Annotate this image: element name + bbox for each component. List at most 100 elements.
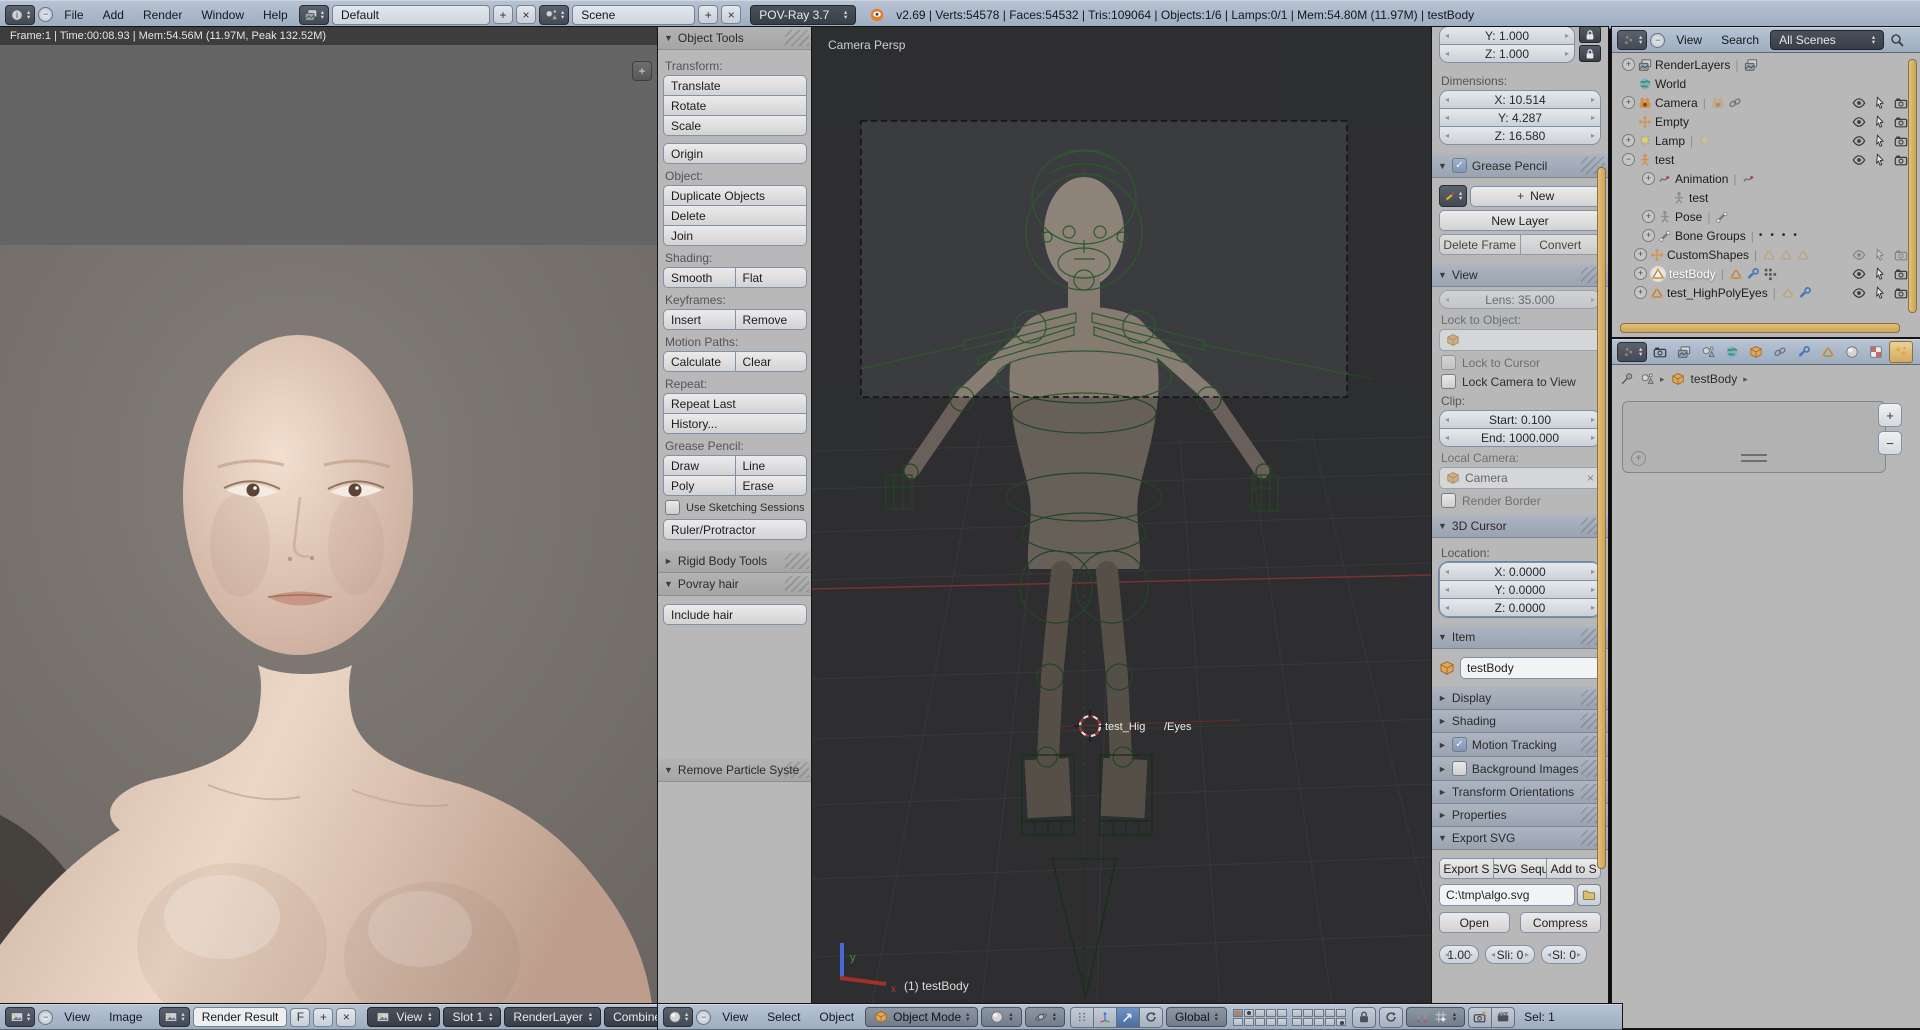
screen-layout-selector[interactable] [299, 5, 329, 25]
scene-selector[interactable] [539, 5, 569, 25]
scale-y-field[interactable]: Y: 1.000 [1439, 27, 1575, 45]
flat-button[interactable]: Flat [735, 267, 808, 288]
origin-button[interactable]: Origin [663, 143, 807, 164]
unlink-image-button[interactable]: × [336, 1008, 356, 1027]
clip-end-field[interactable]: End: 1000.000 [1439, 428, 1601, 447]
editor-type-properties[interactable] [1617, 342, 1647, 362]
layer-cell[interactable] [1277, 1009, 1287, 1017]
layer-cell[interactable] [1336, 1009, 1346, 1017]
menu-window[interactable]: Window [193, 6, 252, 24]
viewport-3d[interactable]: test_Hig /Eyes Camera Persp (1) testBody… [812, 27, 1432, 1004]
use-sketching-sessions-checkbox[interactable] [665, 500, 680, 515]
join-button[interactable]: Join [663, 225, 807, 246]
display-mode-dropdown[interactable]: All Scenes [1770, 30, 1884, 50]
panel-header-rigid-body-tools[interactable]: ►Rigid Body Tools [658, 550, 812, 573]
pin-icon[interactable] [1620, 372, 1634, 386]
renderable-toggle-icon[interactable] [1894, 96, 1908, 110]
layout-name-field[interactable]: Default [332, 5, 490, 25]
outliner-row-customshapes[interactable]: + CustomShapes| [1612, 245, 1920, 264]
panel-header-3d-cursor[interactable]: ▼3D Cursor [1432, 515, 1608, 538]
proportional-edit-toggle[interactable] [1379, 1007, 1403, 1028]
collapse-menus-icon[interactable] [696, 1010, 711, 1025]
gp-erase-button[interactable]: Erase [735, 475, 808, 496]
scale-button[interactable]: Scale [663, 115, 807, 136]
layer-cell[interactable] [1233, 1018, 1243, 1026]
clip-start-field[interactable]: Start: 0.100 [1439, 410, 1601, 429]
tab-modifiers[interactable] [1793, 342, 1815, 362]
outliner-row-empty[interactable]: + Empty [1612, 112, 1920, 131]
delete-scene-button[interactable]: × [721, 5, 741, 24]
panel-header-display[interactable]: ►Display [1432, 687, 1608, 710]
panel-header-export-svg[interactable]: ▼Export SVG [1432, 827, 1608, 850]
expand-toggle[interactable]: + [1634, 248, 1647, 261]
tab-physics[interactable] [1915, 342, 1920, 362]
outliner-row-test-data[interactable]: + test [1612, 188, 1920, 207]
lens-field[interactable]: Lens: 35.000 [1439, 290, 1601, 309]
gp-new-button[interactable]: +New [1470, 186, 1601, 207]
outliner-row-test-highpolyeyes[interactable]: + test_HighPolyEyes| [1612, 283, 1920, 302]
translate-button[interactable]: Translate [663, 75, 807, 96]
editor-type-info[interactable] [5, 5, 35, 25]
hide-toggle-eye-icon[interactable] [1852, 248, 1866, 262]
expand-toggle[interactable]: + [1622, 134, 1635, 147]
expand-toggle[interactable]: + [1622, 96, 1635, 109]
selectable-toggle-icon[interactable] [1873, 115, 1887, 129]
outliner-view-menu[interactable]: View [1668, 31, 1710, 49]
dimension-z-field[interactable]: Z: 16.580 [1439, 126, 1601, 145]
scale-lock-button[interactable] [1579, 27, 1601, 43]
repeat-last-button[interactable]: Repeat Last [663, 393, 807, 414]
selectable-toggle-icon[interactable] [1873, 248, 1887, 262]
editor-type-3dview[interactable] [663, 1007, 693, 1027]
collapse-menus-icon[interactable] [38, 7, 53, 22]
lock-to-object-field[interactable] [1439, 329, 1601, 351]
image-view-menu[interactable]: View [56, 1008, 98, 1026]
cursor-z-field[interactable]: Z: 0.0000 [1439, 598, 1601, 617]
layer-cell[interactable] [1325, 1018, 1335, 1026]
search-icon[interactable] [1889, 32, 1905, 48]
add-list-item-icon[interactable]: + [1631, 451, 1646, 466]
new-image-button[interactable]: + [313, 1008, 333, 1027]
tab-constraints[interactable] [1769, 342, 1791, 362]
remove-particle-system-button[interactable]: − [1878, 431, 1902, 455]
tab-object-data[interactable] [1817, 342, 1839, 362]
panel-header-view[interactable]: ▼View [1432, 264, 1608, 287]
calculate-paths-button[interactable]: Calculate [663, 351, 736, 372]
hide-toggle-eye-icon[interactable] [1852, 153, 1866, 167]
background-images-checkbox[interactable] [1452, 761, 1467, 776]
hide-toggle-eye-icon[interactable] [1852, 96, 1866, 110]
panel-header-object-tools[interactable]: ▼Object Tools [658, 27, 812, 50]
outliner-row-camera[interactable]: + Camera| [1612, 93, 1920, 112]
browse-file-button[interactable] [1577, 884, 1601, 906]
gp-poly-button[interactable]: Poly [663, 475, 736, 496]
panel-header-transform-orientations[interactable]: ►Transform Orientations [1432, 781, 1608, 804]
viewport-canvas[interactable]: test_Hig /Eyes Camera Persp (1) testBody… [812, 27, 1432, 1004]
hide-toggle-eye-icon[interactable] [1852, 115, 1866, 129]
selectable-toggle-icon[interactable] [1873, 286, 1887, 300]
item-name-field[interactable]: testBody [1460, 657, 1601, 679]
gp-new-layer-button[interactable]: New Layer [1439, 210, 1601, 231]
rotate-button[interactable]: Rotate [663, 95, 807, 116]
manipulator-rotate-toggle[interactable] [1139, 1007, 1163, 1028]
selectable-toggle-icon[interactable] [1873, 134, 1887, 148]
menu-render[interactable]: Render [135, 6, 190, 24]
gp-line-button[interactable]: Line [735, 455, 808, 476]
panel-header-shading[interactable]: ►Shading [1432, 710, 1608, 733]
renderable-toggle-icon[interactable] [1894, 248, 1908, 262]
layer-cell[interactable] [1255, 1018, 1265, 1026]
fake-user-button[interactable]: F [290, 1008, 310, 1027]
panel-header-background-images[interactable]: ►Background Images [1432, 757, 1608, 781]
image-browse-dropdown[interactable] [159, 1007, 189, 1027]
outliner-row-testbody[interactable]: + testBody| [1612, 264, 1920, 283]
renderable-toggle-icon[interactable] [1894, 267, 1908, 281]
layer-cell[interactable] [1266, 1018, 1276, 1026]
dimension-y-field[interactable]: Y: 4.287 [1439, 108, 1601, 127]
render-layer-dropdown[interactable]: RenderLayer [504, 1007, 601, 1027]
export-svg-button[interactable]: Export S [1439, 858, 1494, 879]
outliner[interactable]: View Search All Scenes + RenderLayers| +… [1612, 27, 1920, 337]
tab-material[interactable] [1841, 342, 1863, 362]
clear-paths-button[interactable]: Clear [735, 351, 808, 372]
viewport-select-menu[interactable]: Select [759, 1008, 808, 1026]
outliner-row-bone-groups[interactable]: + Bone Groups| •••• [1612, 226, 1920, 245]
layer-cell[interactable] [1314, 1009, 1324, 1017]
transform-orientation-dropdown[interactable]: Global [1166, 1007, 1227, 1027]
